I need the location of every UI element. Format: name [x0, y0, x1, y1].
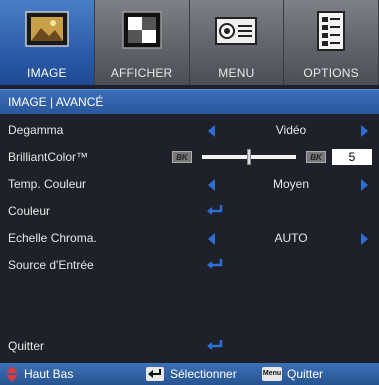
footer-bar: Haut Bas Sélectionner Menu Quitter [0, 363, 379, 385]
slider-knob[interactable] [247, 149, 251, 165]
picture-icon [25, 11, 69, 47]
enter-icon[interactable] [206, 340, 224, 352]
footer-quit-text: Quitter [287, 367, 324, 381]
temp-couleur-value: Moyen [272, 177, 310, 191]
row-echelle-chroma[interactable]: Echelle Chroma. AUTO [0, 225, 379, 251]
menu-key-icon: Menu [262, 367, 282, 381]
row-degamma[interactable]: Degamma Vidéo [0, 117, 379, 143]
section-header: IMAGE | AVANCÉ [0, 89, 379, 114]
right-arrow-icon[interactable] [361, 125, 368, 137]
right-arrow-icon[interactable] [361, 179, 368, 191]
tab-menu-label: MENU [218, 66, 255, 80]
enter-key-icon [146, 367, 164, 381]
echelle-chroma-value: AUTO [274, 231, 308, 245]
row-temp-couleur[interactable]: Temp. Couleur Moyen [0, 171, 379, 197]
temp-couleur-label: Temp. Couleur [8, 177, 87, 191]
left-arrow-icon[interactable] [208, 233, 215, 245]
footer-updown-text: Haut Bas [24, 367, 74, 381]
left-arrow-icon[interactable] [208, 125, 215, 137]
source-entree-label: Source d'Entrée [8, 258, 94, 272]
tab-menu[interactable]: MENU [190, 0, 285, 85]
bk-right-icon: BK [306, 151, 326, 163]
left-arrow-icon[interactable] [208, 179, 215, 191]
brilliantcolor-value: 5 [332, 149, 372, 165]
display-icon [121, 11, 162, 49]
tab-afficher[interactable]: AFFICHER [95, 0, 190, 85]
right-arrow-icon[interactable] [361, 233, 368, 245]
tab-options-label: OPTIONS [303, 66, 359, 80]
degamma-label: Degamma [8, 123, 64, 137]
row-brilliantcolor[interactable]: BrilliantColor™ BK BK 5 [0, 144, 379, 170]
section-title: IMAGE | AVANCÉ [8, 95, 104, 109]
couleur-label: Couleur [8, 204, 51, 218]
row-source-entree[interactable]: Source d'Entrée [0, 252, 379, 278]
osd-menu: IMAGE AFFICHER MENU OPTIONS IMAGE | AVAN… [0, 0, 379, 385]
enter-icon[interactable] [206, 205, 224, 217]
tab-image[interactable]: IMAGE [0, 0, 95, 85]
enter-icon[interactable] [206, 259, 224, 271]
brilliantcolor-slider[interactable]: BK BK 5 [168, 148, 378, 166]
row-couleur[interactable]: Couleur [0, 198, 379, 224]
document-icon [317, 11, 346, 51]
quitter-label: Quitter [8, 339, 45, 353]
brilliantcolor-label: BrilliantColor™ [8, 150, 89, 164]
footer-select-text: Sélectionner [170, 367, 237, 381]
tab-afficher-label: AFFICHER [110, 66, 173, 80]
up-down-arrow-icon [6, 366, 18, 382]
projector-icon [215, 17, 258, 45]
tab-bar: IMAGE AFFICHER MENU OPTIONS [0, 0, 379, 85]
tab-options[interactable]: OPTIONS [284, 0, 379, 85]
echelle-chroma-label: Echelle Chroma. [8, 231, 97, 245]
degamma-value: Vidéo [275, 123, 307, 137]
tab-image-label: IMAGE [27, 66, 67, 80]
row-quitter[interactable]: Quitter [0, 333, 379, 359]
bk-left-icon: BK [172, 151, 192, 163]
